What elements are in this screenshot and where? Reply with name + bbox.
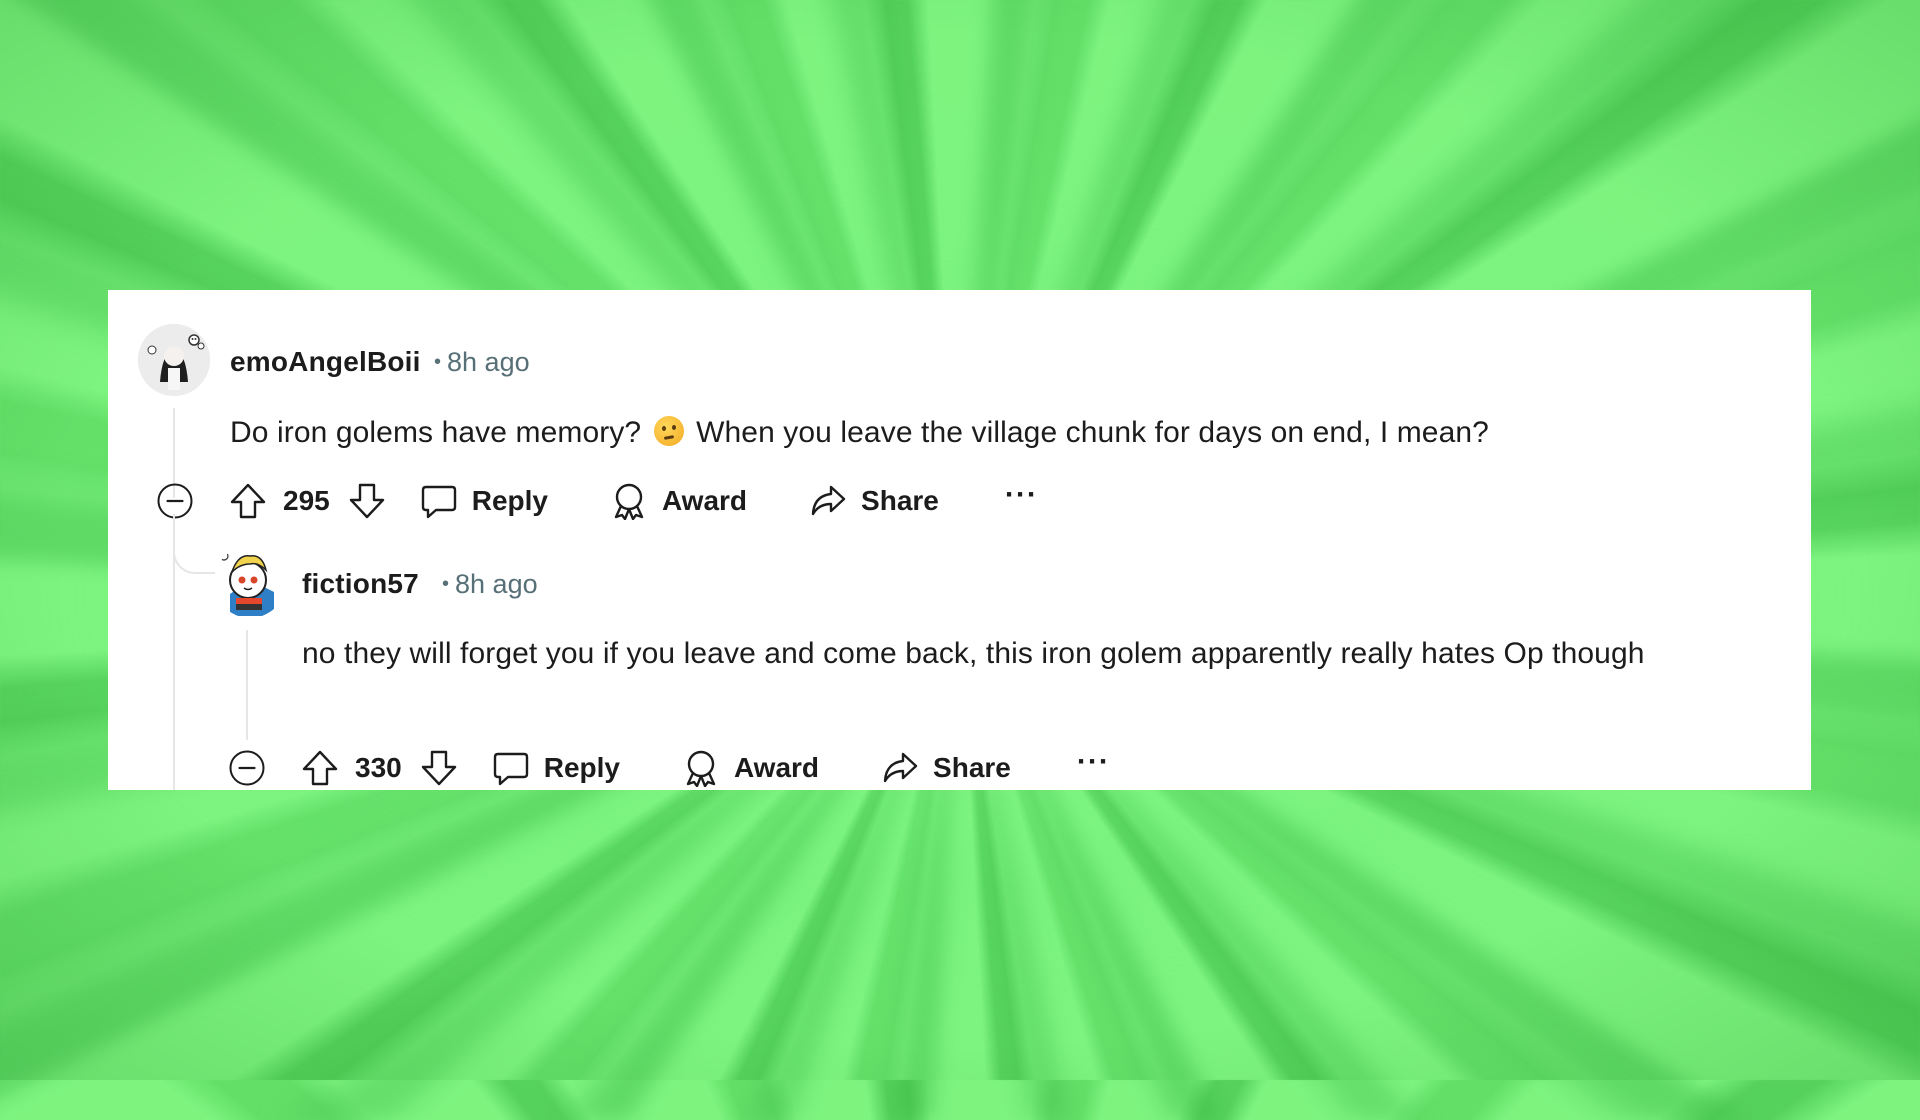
more-options-button[interactable]: ··· xyxy=(1077,747,1110,784)
minus-circle-icon[interactable] xyxy=(157,483,193,519)
comment-body: no they will forget you if you leave and… xyxy=(302,637,1645,670)
comment-actions: 330 Reply Award Share ··· xyxy=(229,746,1110,790)
arrow-down-icon[interactable] xyxy=(420,749,458,787)
comment-timestamp: • 8h ago xyxy=(442,569,538,600)
thread-connector xyxy=(173,530,221,574)
share-label: Share xyxy=(933,752,1011,783)
reply-button[interactable]: Reply xyxy=(492,749,620,787)
arrow-up-icon[interactable] xyxy=(229,482,267,520)
share-button[interactable]: Share xyxy=(809,482,939,520)
minus-circle-icon[interactable] xyxy=(229,750,265,786)
vote-score: 330 xyxy=(355,752,402,783)
comment-thread-card: emoAngelBoii • 8h ago Do iron golems have… xyxy=(108,290,1811,790)
separator-dot: • xyxy=(434,351,442,373)
arrow-up-icon[interactable] xyxy=(301,749,339,787)
comment-body: Do iron golems have memory? When you lea… xyxy=(230,410,1770,456)
award-ribbon-icon xyxy=(614,483,644,520)
timestamp-text: 8h ago xyxy=(447,347,530,377)
share-arrow-icon xyxy=(811,485,846,516)
award-ribbon-icon xyxy=(686,750,716,787)
thread-line[interactable] xyxy=(246,630,248,740)
user-avatar[interactable] xyxy=(214,546,286,618)
share-arrow-icon xyxy=(883,752,918,783)
comment-actions: 295 Reply Award Share ··· xyxy=(157,479,1038,523)
comment-text-part: Do iron golems have memory? xyxy=(230,416,642,449)
comment-author[interactable]: emoAngelBoii xyxy=(230,346,421,378)
separator-dot: • xyxy=(442,573,450,595)
vote-score: 295 xyxy=(283,485,330,516)
comment-author[interactable]: fiction57 xyxy=(302,568,419,600)
comment-text-part: When you leave the village chunk for day… xyxy=(696,416,1489,449)
speech-bubble-icon xyxy=(493,752,528,786)
user-avatar[interactable] xyxy=(138,324,210,396)
timestamp-text: 8h ago xyxy=(455,569,538,599)
reply-label: Reply xyxy=(471,485,548,516)
comment-timestamp: • 8h ago xyxy=(434,347,530,378)
share-label: Share xyxy=(861,485,939,516)
more-options-button[interactable]: ··· xyxy=(1005,480,1038,517)
reply-label: Reply xyxy=(543,752,620,783)
thinking-face-icon xyxy=(653,416,684,446)
reply-button[interactable]: Reply xyxy=(420,482,548,520)
arrow-down-icon[interactable] xyxy=(348,482,386,520)
award-button[interactable]: Award xyxy=(682,749,819,787)
award-label: Award xyxy=(661,485,748,516)
award-label: Award xyxy=(733,752,820,783)
speech-bubble-icon xyxy=(421,485,456,519)
share-button[interactable]: Share xyxy=(881,749,1011,787)
award-button[interactable]: Award xyxy=(610,482,747,520)
